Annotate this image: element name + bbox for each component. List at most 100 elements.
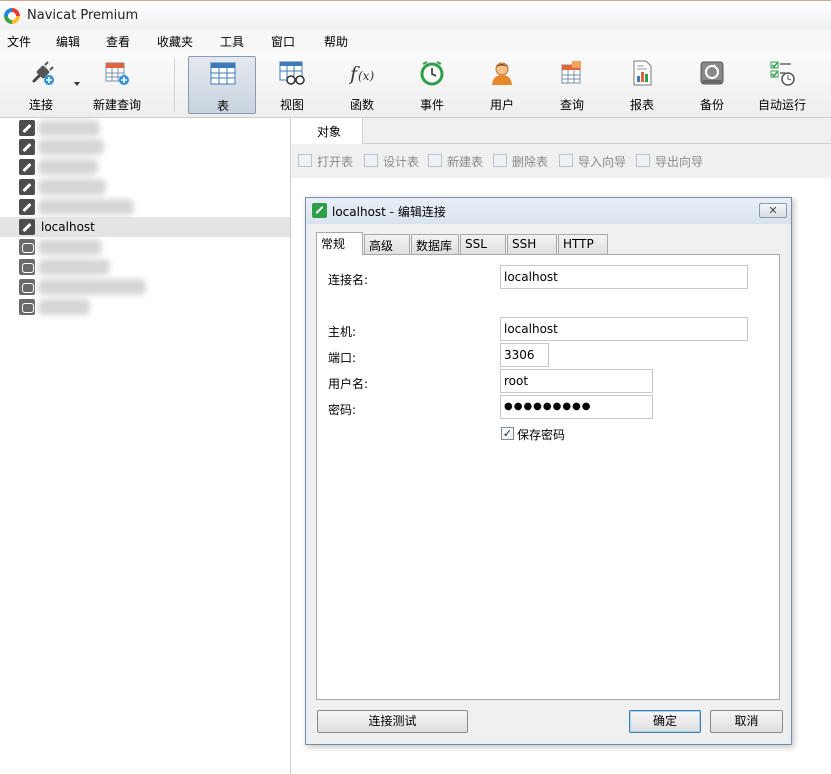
tree-connection-item[interactable] <box>0 118 290 138</box>
tree-connection-item[interactable] <box>0 197 290 217</box>
general-tab-panel: 连接名: 主机: 端口: 用户名: 密码: ●●●●●●●●● ✓ 保存密码 <box>316 254 780 700</box>
auto-run-button[interactable]: 自动运行 <box>748 56 816 114</box>
tab-http[interactable]: HTTP <box>558 234 608 254</box>
clock-icon <box>420 61 444 86</box>
tab-objects[interactable]: 对象 <box>291 118 363 144</box>
server-icon <box>19 259 35 275</box>
tree-connection-item[interactable] <box>0 297 290 317</box>
redacted-label <box>38 199 134 215</box>
query-button[interactable]: 查询 <box>538 56 606 114</box>
ok-button[interactable]: 确定 <box>629 710 701 733</box>
redacted-label <box>38 139 104 155</box>
function-icon: f (x) <box>349 63 374 85</box>
tree-connection-label: localhost <box>41 220 95 234</box>
menu-window[interactable]: 窗口 <box>271 33 295 50</box>
tab-advanced[interactable]: 高级 <box>364 234 410 254</box>
window-title: Navicat Premium <box>27 8 139 23</box>
backup-label: 备份 <box>699 98 724 112</box>
user-button[interactable]: 用户 <box>468 56 536 114</box>
tree-connection-item[interactable] <box>0 237 290 257</box>
function-button[interactable]: f (x) 函数 <box>328 56 396 114</box>
report-icon <box>633 60 652 86</box>
delete-table-label: 删除表 <box>512 155 549 169</box>
new-table-label: 新建表 <box>447 155 484 169</box>
connection-icon <box>19 219 35 235</box>
password-field[interactable]: ●●●●●●●●● <box>500 395 653 419</box>
redacted-label <box>38 279 146 295</box>
toolbar-separator <box>174 58 175 112</box>
new-query-button[interactable]: 新建查询 <box>83 56 151 114</box>
menu-favorites[interactable]: 收藏夹 <box>157 33 193 50</box>
port-label: 端口: <box>328 351 357 365</box>
tab-ssh[interactable]: SSH <box>507 234 557 254</box>
tree-connection-item[interactable] <box>0 277 290 297</box>
connect-label: 连接 <box>28 98 53 112</box>
new-query-icon <box>105 62 129 85</box>
server-icon <box>19 299 35 315</box>
redacted-label <box>38 239 102 255</box>
auto-run-icon <box>770 61 795 86</box>
backup-icon <box>700 61 724 85</box>
user-icon <box>492 62 512 85</box>
event-button[interactable]: 事件 <box>398 56 466 114</box>
connect-dropdown-icon[interactable] <box>74 82 80 86</box>
table-button[interactable]: 表 <box>188 56 256 114</box>
username-field[interactable] <box>500 369 653 393</box>
user-label: 用户 <box>489 98 514 112</box>
menu-edit[interactable]: 编辑 <box>56 33 80 50</box>
design-table-label: 设计表 <box>383 155 420 169</box>
view-button[interactable]: 视图 <box>258 56 326 114</box>
tab-advanced-label: 高级 <box>369 239 394 253</box>
backup-button[interactable]: 备份 <box>678 56 746 114</box>
host-label: 主机: <box>328 325 357 339</box>
view-icon <box>279 61 305 85</box>
import-wizard-icon <box>559 154 573 167</box>
tab-objects-label: 对象 <box>317 125 342 139</box>
port-field[interactable] <box>500 343 549 367</box>
report-button[interactable]: 报表 <box>608 56 676 114</box>
connection-icon <box>19 179 35 195</box>
tab-general-label: 常规 <box>321 237 346 251</box>
tree-connection-item[interactable] <box>0 257 290 277</box>
close-icon[interactable]: ✕ <box>759 203 787 218</box>
tree-connection-item[interactable] <box>0 157 290 177</box>
dialog-title-bar[interactable]: localhost - 编辑连接 ✕ <box>306 198 791 224</box>
menu-help[interactable]: 帮助 <box>324 33 348 50</box>
connection-icon <box>19 120 35 136</box>
function-label: 函数 <box>349 98 374 112</box>
tab-ssl[interactable]: SSL <box>460 234 506 254</box>
tab-divider <box>363 143 831 144</box>
connection-name-field[interactable] <box>500 265 748 289</box>
connection-icon <box>312 203 327 218</box>
menu-bar: 文件 编辑 查看 收藏夹 工具 窗口 帮助 <box>0 30 831 52</box>
tree-connection-localhost[interactable]: localhost <box>0 217 290 237</box>
menu-view[interactable]: 查看 <box>106 33 130 50</box>
auto-run-label: 自动运行 <box>757 98 806 112</box>
save-password-checkbox[interactable]: ✓ <box>501 427 514 440</box>
tree-connection-item[interactable] <box>0 177 290 197</box>
menu-tools[interactable]: 工具 <box>220 33 244 50</box>
redacted-label <box>38 159 98 175</box>
host-field[interactable] <box>500 317 748 341</box>
username-label: 用户名: <box>328 377 369 391</box>
tab-ssh-label: SSH <box>512 237 537 251</box>
tab-databases[interactable]: 数据库 <box>411 234 459 254</box>
view-label: 视图 <box>279 98 304 112</box>
tree-connection-item[interactable] <box>0 137 290 157</box>
dialog-body: 常规 高级 数据库 SSL SSH HTTP 连接名: 主机: 端口: 用户名:… <box>310 224 787 742</box>
design-table-icon <box>364 154 378 167</box>
menu-file[interactable]: 文件 <box>7 33 31 50</box>
tab-general[interactable]: 常规 <box>316 232 363 255</box>
test-connection-button[interactable]: 连接测试 <box>317 710 468 733</box>
object-toolbar: 打开表 设计表 新建表 删除表 导入向导 导出向导 <box>291 148 831 172</box>
export-wizard-icon <box>636 154 650 167</box>
report-label: 报表 <box>629 98 654 112</box>
cancel-button[interactable]: 取消 <box>710 710 783 733</box>
open-table-label: 打开表 <box>317 155 354 169</box>
connect-button[interactable]: 连接 <box>8 56 76 114</box>
connection-tree: localhost <box>0 118 291 774</box>
import-wizard-label: 导入向导 <box>578 155 627 169</box>
export-wizard-label: 导出向导 <box>655 155 704 169</box>
connection-icon <box>19 139 35 155</box>
edit-connection-dialog: localhost - 编辑连接 ✕ 常规 高级 数据库 SSL SSH HTT… <box>305 197 792 745</box>
